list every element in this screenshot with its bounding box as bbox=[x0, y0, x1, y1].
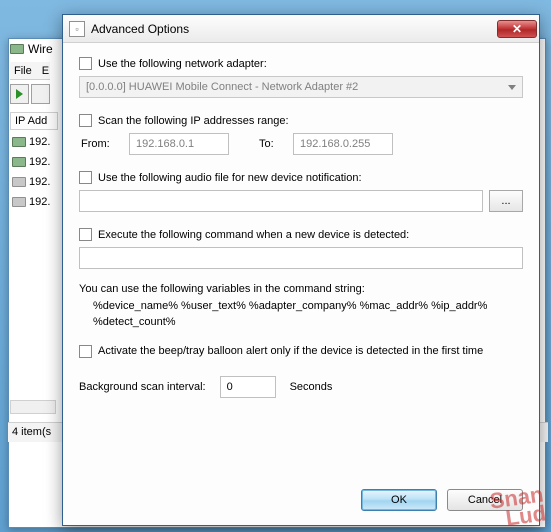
ok-button[interactable]: OK bbox=[361, 489, 437, 511]
scan-range-checkbox[interactable] bbox=[79, 114, 92, 127]
play-button[interactable] bbox=[10, 84, 29, 104]
main-window-title: Wire bbox=[10, 42, 53, 56]
execute-command-label: Execute the following command when a new… bbox=[98, 229, 409, 241]
play-icon bbox=[16, 89, 23, 99]
column-header-ip[interactable]: IP Add bbox=[10, 112, 58, 130]
use-audio-label: Use the following audio file for new dev… bbox=[98, 172, 362, 184]
scan-interval-unit: Seconds bbox=[290, 381, 333, 393]
scan-interval-input[interactable]: 0 bbox=[220, 376, 276, 398]
to-ip-input[interactable]: 192.168.0.255 bbox=[293, 133, 393, 155]
variables-line1: %device_name% %user_text% %adapter_compa… bbox=[79, 298, 523, 315]
titlebar[interactable]: ▫ Advanced Options ✕ bbox=[63, 15, 539, 43]
scan-range-label: Scan the following IP addresses range: bbox=[98, 115, 289, 127]
scan-interval-label: Background scan interval: bbox=[79, 381, 206, 393]
list-item[interactable]: 192. bbox=[10, 152, 50, 172]
menubar: File E bbox=[10, 62, 50, 80]
beep-first-time-label: Activate the beep/tray balloon alert onl… bbox=[98, 345, 483, 357]
close-icon: ✕ bbox=[512, 22, 522, 36]
app-icon bbox=[10, 44, 24, 54]
device-list: 192. 192. 192. 192. bbox=[10, 132, 50, 212]
device-icon bbox=[12, 197, 26, 207]
execute-command-checkbox[interactable] bbox=[79, 228, 92, 241]
dialog-title: Advanced Options bbox=[91, 22, 189, 36]
advanced-options-dialog: ▫ Advanced Options ✕ Use the following n… bbox=[62, 14, 540, 526]
use-audio-checkbox[interactable] bbox=[79, 171, 92, 184]
dialog-button-bar: OK Cancel bbox=[63, 489, 539, 525]
beep-first-time-checkbox[interactable] bbox=[79, 345, 92, 358]
use-adapter-label: Use the following network adapter: bbox=[98, 58, 267, 70]
toolbar bbox=[10, 82, 50, 106]
device-icon bbox=[12, 157, 26, 167]
from-label: From: bbox=[81, 138, 119, 150]
menu-file[interactable]: File bbox=[14, 65, 32, 77]
browse-audio-button[interactable]: ... bbox=[489, 190, 523, 212]
variables-heading: You can use the following variables in t… bbox=[79, 281, 523, 298]
adapter-combo-value: [0.0.0.0] HUAWEI Mobile Connect - Networ… bbox=[86, 81, 358, 93]
variables-line2: %detect_count% bbox=[79, 314, 523, 331]
device-icon bbox=[12, 137, 26, 147]
dialog-icon: ▫ bbox=[69, 21, 85, 37]
list-item[interactable]: 192. bbox=[10, 192, 50, 212]
use-adapter-checkbox[interactable] bbox=[79, 57, 92, 70]
menu-edit[interactable]: E bbox=[42, 65, 49, 77]
list-item[interactable]: 192. bbox=[10, 172, 50, 192]
command-input[interactable] bbox=[79, 247, 523, 269]
audio-file-input[interactable] bbox=[79, 190, 483, 212]
variables-info: You can use the following variables in t… bbox=[79, 281, 523, 331]
cancel-button[interactable]: Cancel bbox=[447, 489, 523, 511]
list-item[interactable]: 192. bbox=[10, 132, 50, 152]
dialog-content: Use the following network adapter: [0.0.… bbox=[63, 43, 539, 489]
adapter-combo[interactable]: [0.0.0.0] HUAWEI Mobile Connect - Networ… bbox=[79, 76, 523, 98]
from-ip-input[interactable]: 192.168.0.1 bbox=[129, 133, 229, 155]
device-icon bbox=[12, 177, 26, 187]
to-label: To: bbox=[259, 138, 283, 150]
stop-button[interactable] bbox=[31, 84, 50, 104]
horizontal-scrollbar[interactable] bbox=[10, 400, 56, 414]
close-button[interactable]: ✕ bbox=[497, 20, 537, 38]
main-title-text: Wire bbox=[28, 42, 53, 56]
